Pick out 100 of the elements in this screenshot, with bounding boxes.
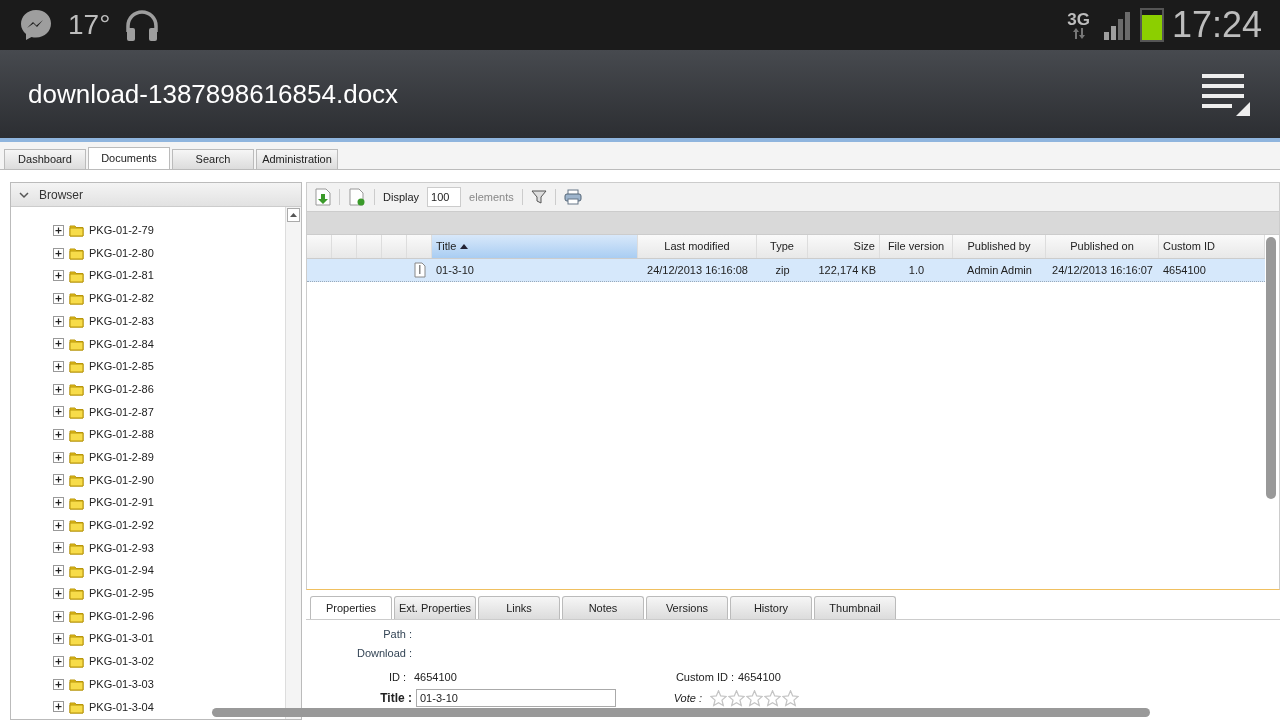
tree-item[interactable]: PKG-01-2-91 <box>89 494 154 511</box>
tree-item[interactable]: PKG-01-2-87 <box>89 403 154 421</box>
elements-label: elements <box>469 189 514 205</box>
expand-toggle[interactable] <box>53 474 64 486</box>
tree-item[interactable]: PKG-01-3-04 <box>89 698 154 716</box>
table-cell-text: 24/12/2013 16:16:08 <box>646 262 749 278</box>
data-arrows-icon <box>1072 28 1085 39</box>
folder-icon <box>69 518 84 533</box>
tree-item[interactable]: PKG-01-2-85 <box>89 358 154 375</box>
folder-icon <box>69 563 84 578</box>
expand-toggle[interactable] <box>53 224 64 236</box>
expand-toggle[interactable] <box>53 429 64 441</box>
expand-toggle[interactable] <box>53 587 64 599</box>
expand-toggle[interactable] <box>53 542 64 554</box>
tab[interactable]: Documents <box>88 147 170 169</box>
tree-item[interactable]: PKG-01-2-86 <box>89 380 154 398</box>
star-rating[interactable] <box>710 689 799 707</box>
expand-toggle[interactable] <box>53 451 64 463</box>
expand-toggle[interactable] <box>53 678 64 690</box>
tree-item[interactable]: PKG-01-2-90 <box>89 471 154 489</box>
expand-toggle[interactable] <box>53 292 64 304</box>
display-count-field[interactable]: 100 <box>427 187 462 207</box>
expand-toggle[interactable] <box>53 497 64 509</box>
folder-icon <box>69 699 84 714</box>
tree-item[interactable]: PKG-01-2-88 <box>89 426 154 443</box>
chat-bubble-icon <box>18 7 54 43</box>
column-header[interactable]: Custom ID <box>1159 235 1265 258</box>
tab[interactable]: Ext. Properties <box>394 596 476 619</box>
panel-header[interactable]: Browser <box>11 183 301 207</box>
new-document-icon[interactable] <box>348 188 366 206</box>
table-cell-text: 122,174 KB <box>817 262 877 278</box>
star-icon <box>728 689 745 707</box>
folder-icon <box>69 427 84 442</box>
expand-toggle[interactable] <box>53 701 64 713</box>
tree-item[interactable]: PKG-01-3-02 <box>89 653 154 670</box>
title-field[interactable]: 01-3-10 <box>416 689 616 707</box>
scroll-up-button[interactable] <box>287 208 300 222</box>
column-header[interactable]: Title <box>432 235 638 258</box>
tree-item[interactable]: PKG-01-2-82 <box>89 290 154 307</box>
tree-item[interactable]: PKG-01-2-92 <box>89 517 154 534</box>
field-label: ID : <box>387 669 406 685</box>
tab[interactable]: Thumbnail <box>814 596 896 619</box>
sort-ascending-icon <box>460 244 469 249</box>
scrollbar-thumb[interactable] <box>212 708 1150 717</box>
expand-toggle[interactable] <box>53 519 64 531</box>
expand-toggle[interactable] <box>53 360 64 372</box>
scrollbar[interactable] <box>285 207 301 719</box>
filter-icon[interactable] <box>530 189 547 205</box>
printer-icon[interactable] <box>563 189 582 205</box>
tab[interactable]: History <box>730 596 812 619</box>
tree-item[interactable]: PKG-01-3-03 <box>89 675 154 693</box>
tree-item[interactable]: PKG-01-2-95 <box>89 585 154 602</box>
tree-item[interactable]: PKG-01-2-80 <box>89 244 154 262</box>
temperature: 17° <box>68 8 111 42</box>
tab[interactable]: Versions <box>646 596 728 619</box>
tab[interactable]: Links <box>478 596 560 619</box>
tab[interactable]: Notes <box>562 596 644 619</box>
expand-toggle[interactable] <box>53 247 64 259</box>
scrollbar-thumb[interactable] <box>1266 237 1276 499</box>
tree-item[interactable]: PKG-01-2-79 <box>89 222 154 239</box>
tree-item[interactable]: PKG-01-2-93 <box>89 539 154 557</box>
field-label: Path : <box>382 627 412 643</box>
folder-icon <box>69 359 84 374</box>
tree-item[interactable]: PKG-01-2-96 <box>89 607 154 625</box>
tree-item[interactable]: PKG-01-3-01 <box>89 630 154 647</box>
tree-item[interactable]: PKG-01-2-89 <box>89 448 154 466</box>
window-title: download-1387898616854.docx <box>28 77 399 111</box>
expand-toggle[interactable] <box>53 315 64 327</box>
table-cell-text: 01-3-10 <box>435 262 475 278</box>
field-value: 4654100 <box>738 669 781 685</box>
table-cell-text: zip <box>774 262 791 278</box>
expand-toggle[interactable] <box>53 610 64 622</box>
expand-toggle[interactable] <box>53 565 64 577</box>
folder-icon <box>69 609 84 624</box>
tab[interactable]: Administration <box>256 149 338 169</box>
column-header[interactable]: Published by <box>953 235 1046 258</box>
column-header[interactable]: Last modified <box>638 235 757 258</box>
tree-item[interactable]: PKG-01-2-84 <box>89 335 154 353</box>
tab[interactable]: Search <box>172 149 254 169</box>
column-header[interactable]: Type <box>757 235 808 258</box>
folder-icon <box>69 382 84 397</box>
column-header[interactable]: Published on <box>1046 235 1159 258</box>
folder-icon <box>69 291 84 306</box>
download-icon[interactable] <box>315 188 331 206</box>
expand-toggle[interactable] <box>53 383 64 395</box>
expand-toggle[interactable] <box>53 270 64 282</box>
tree-item[interactable]: PKG-01-2-81 <box>89 267 154 284</box>
tab[interactable]: Dashboard <box>4 149 86 169</box>
column-header[interactable]: Size <box>808 235 880 258</box>
tree-item[interactable]: PKG-01-2-94 <box>89 562 154 579</box>
expand-toggle[interactable] <box>53 655 64 667</box>
expand-toggle[interactable] <box>53 633 64 645</box>
tree-item[interactable]: PKG-01-2-83 <box>89 312 154 330</box>
expand-toggle[interactable] <box>53 406 64 418</box>
field-value: 4654100 <box>414 669 458 685</box>
tab[interactable]: Properties <box>310 596 392 619</box>
table-row[interactable]: 01-3-10 24/12/2013 16:16:08 zip 122,174 KB 1.0 Admin Admin 24/12/2013 16:16:07 4654100 <box>307 259 1265 282</box>
column-header[interactable]: File version <box>880 235 953 258</box>
table-cell-text: Admin Admin <box>966 262 1033 278</box>
expand-toggle[interactable] <box>53 338 64 350</box>
